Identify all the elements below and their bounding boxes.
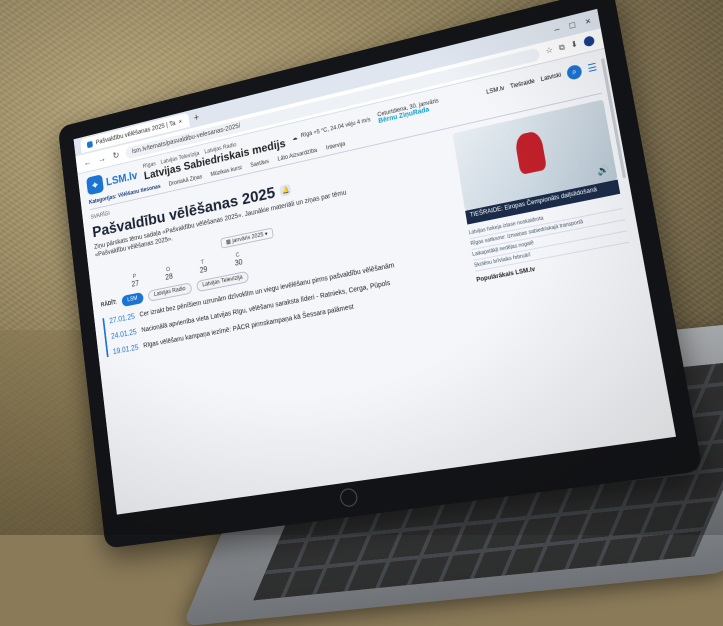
day-number: 28	[164, 272, 174, 282]
minimize-button[interactable]: –	[553, 23, 560, 34]
forward-button[interactable]: →	[96, 153, 107, 165]
laptop-logo-icon	[338, 487, 359, 508]
new-tab-button[interactable]: +	[193, 112, 200, 124]
subnav-item[interactable]: Sastāvs	[250, 159, 269, 169]
day-number: 27	[131, 279, 140, 289]
subnav-item[interactable]: Droniskā Ziņas	[169, 174, 203, 187]
close-window-button[interactable]: ×	[584, 16, 591, 27]
chevron-down-icon: ▾	[264, 231, 269, 238]
month-picker[interactable]: ▦ janvāris 2025 ▾	[220, 227, 274, 249]
download-icon[interactable]: ⬇	[570, 39, 579, 50]
news-item[interactable]: 27.01.25 Cer izrakt bez pēnīšiem uzrunām…	[109, 248, 463, 325]
day-item[interactable]: C 30	[234, 252, 244, 268]
header-link[interactable]: Latviski	[540, 72, 561, 83]
tab-favicon-icon	[86, 140, 93, 148]
day-number: 30	[234, 257, 244, 268]
star-icon[interactable]: ☆	[545, 45, 554, 56]
day-number: 29	[199, 265, 208, 275]
map-pin-icon: ⌖	[86, 174, 104, 196]
header-link[interactable]: Tiešraide	[510, 79, 535, 91]
extensions-icon[interactable]: ⧉	[558, 42, 566, 53]
logo-text: LSM.lv	[105, 168, 138, 189]
sidebar: 🔊 TIEŠRAIDE: Eiropas Čempionāts daiļslid…	[452, 99, 634, 298]
subnav-item[interactable]: Intervija	[326, 142, 346, 152]
source-chip-radio[interactable]: Latvijas Radio	[147, 282, 193, 303]
bell-icon[interactable]: 🔔	[279, 183, 292, 198]
source-filter-label: RĀDĪT:	[100, 300, 118, 309]
reload-button[interactable]: ↻	[111, 150, 122, 162]
month-picker-value: janvāris 2025	[232, 232, 264, 245]
hamburger-menu-icon[interactable]: ☰	[587, 62, 598, 75]
subnav-item[interactable]: Lāto Aizsardzība	[277, 148, 317, 163]
weather-text: Rīgā +5 °C, 24.04 vēju 4 m/s	[300, 117, 372, 140]
source-chip-lsm[interactable]: LSM	[121, 292, 144, 308]
video-thumbnail-figure	[513, 130, 547, 175]
news-date: 19.01.25	[112, 343, 140, 357]
volume-icon[interactable]: 🔊	[596, 164, 610, 178]
back-button[interactable]: ←	[82, 157, 93, 169]
header-link[interactable]: LSM.lv	[486, 86, 505, 96]
search-icon[interactable]: ⌕	[566, 63, 583, 81]
day-item[interactable]: T 29	[199, 260, 208, 275]
maximize-button[interactable]: □	[569, 20, 576, 31]
source-chip-tv[interactable]: Latvijas Televīzija	[195, 270, 250, 293]
subnav-item[interactable]: Mūzikas kursi	[210, 165, 242, 178]
tab-close-icon[interactable]: ×	[178, 118, 182, 125]
calendar-icon: ▦	[225, 239, 232, 246]
news-date: 24.01.25	[110, 327, 138, 341]
day-item[interactable]: O 28	[164, 267, 173, 282]
profile-avatar[interactable]	[583, 35, 596, 48]
cloud-icon: ☁	[291, 135, 298, 142]
news-date: 27.01.25	[108, 312, 136, 326]
day-item[interactable]: P 27	[131, 274, 140, 289]
